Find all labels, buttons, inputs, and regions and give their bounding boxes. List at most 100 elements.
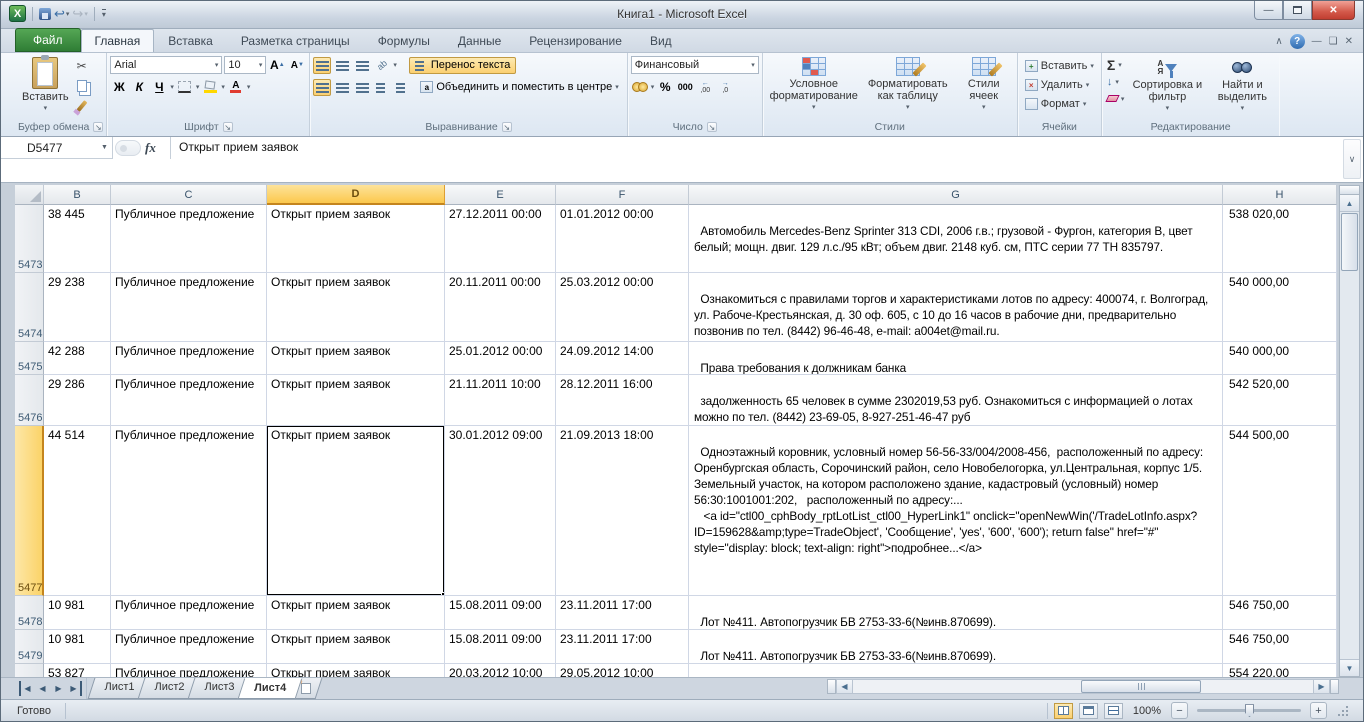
cell-c5480[interactable]: Публичное предложение (111, 664, 267, 677)
cell-d5473[interactable]: Открыт прием заявок (267, 205, 445, 273)
cell-b5479[interactable]: 10 981 (44, 630, 111, 664)
name-box-dropdown-arrow[interactable]: ▼ (97, 144, 112, 151)
vertical-split-handle[interactable] (1340, 186, 1359, 195)
cell-h5476[interactable]: 542 520,00 (1223, 375, 1337, 426)
cut-button[interactable]: ✂ (73, 58, 91, 75)
row-header-5477[interactable]: 5477 (15, 426, 44, 596)
horizontal-scroll-thumb[interactable] (1081, 680, 1201, 693)
name-box[interactable]: D5477 ▼ (1, 137, 113, 182)
close-button[interactable]: ✕ (1312, 1, 1355, 20)
cell-c5477[interactable]: Публичное предложение (111, 426, 267, 596)
orientation-button[interactable]: ab (373, 57, 391, 74)
workbook-minimize-icon[interactable]: — (1312, 36, 1322, 47)
column-header-f[interactable]: F (556, 185, 689, 205)
column-header-e[interactable]: E (445, 185, 556, 205)
tab-home[interactable]: Главная (81, 29, 155, 52)
column-header-c[interactable]: C (111, 185, 267, 205)
tab-view[interactable]: Вид (636, 29, 686, 52)
orientation-dropdown-arrow[interactable]: ▾ (393, 61, 397, 69)
font-size-combo[interactable]: 10▾ (224, 56, 266, 74)
cell-d5479[interactable]: Открыт прием заявок (267, 630, 445, 664)
font-color-dropdown-arrow[interactable]: ▾ (247, 83, 251, 91)
cell-b5473[interactable]: 38 445 (44, 205, 111, 273)
tab-file[interactable]: Файл (15, 28, 81, 52)
cell-d5477-selected[interactable]: Открыт прием заявок (267, 426, 445, 596)
cell-d5478[interactable]: Открыт прием заявок (267, 596, 445, 630)
align-center-button[interactable] (333, 79, 351, 96)
vertical-scrollbar[interactable]: ▲ ▼ (1339, 185, 1360, 677)
borders-dropdown-arrow[interactable]: ▾ (196, 83, 200, 91)
cell-g5478[interactable]: Лот №411. Автопогрузчик БВ 2753-33-6(№ин… (689, 596, 1223, 630)
row-header-5474[interactable]: 5474 (15, 273, 44, 342)
cell-f5479[interactable]: 23.11.2011 17:00 (556, 630, 689, 664)
cell-h5479[interactable]: 546 750,00 (1223, 630, 1337, 664)
merge-center-button[interactable]: a Объединить и поместить в центре ▾ (415, 79, 623, 96)
cell-e5474[interactable]: 20.11.2011 00:00 (445, 273, 556, 342)
align-left-button[interactable] (313, 79, 331, 96)
page-break-view-button[interactable] (1104, 703, 1123, 719)
font-dialog-launcher[interactable]: ↘ (223, 122, 233, 132)
format-as-table-button[interactable]: Форматировать как таблицу ▾ (862, 55, 954, 116)
underline-dropdown-arrow[interactable]: ▾ (170, 83, 174, 91)
tab-data[interactable]: Данные (444, 29, 515, 52)
cell-c5479[interactable]: Публичное предложение (111, 630, 267, 664)
cell-e5476[interactable]: 21.11.2011 10:00 (445, 375, 556, 426)
cell-h5475[interactable]: 540 000,00 (1223, 342, 1337, 375)
cell-e5473[interactable]: 27.12.2011 00:00 (445, 205, 556, 273)
cell-g5477[interactable]: Одноэтажный коровник, условный номер 56-… (689, 426, 1223, 596)
sort-filter-button[interactable]: АЯ Сортировка и фильтр ▾ (1128, 55, 1206, 117)
tab-review[interactable]: Рецензирование (515, 29, 636, 52)
cell-f5474[interactable]: 25.03.2012 00:00 (556, 273, 689, 342)
find-select-button[interactable]: Найти и выделить ▾ (1208, 55, 1276, 117)
cell-d5476[interactable]: Открыт прием заявок (267, 375, 445, 426)
cell-reference[interactable]: D5477 (1, 141, 97, 155)
align-right-button[interactable] (353, 79, 371, 96)
row-header-5473[interactable]: 5473 (15, 205, 44, 273)
cell-f5473[interactable]: 01.01.2012 00:00 (556, 205, 689, 273)
cell-g5479[interactable]: Лот №411. Автопогрузчик БВ 2753-33-6(№ин… (689, 630, 1223, 664)
cell-f5477[interactable]: 21.09.2013 18:00 (556, 426, 689, 596)
horizontal-split-handle[interactable] (827, 679, 836, 694)
cell-b5476[interactable]: 29 286 (44, 375, 111, 426)
scroll-down-button[interactable]: ▼ (1340, 659, 1359, 676)
scroll-right-button[interactable]: ▶ (1313, 679, 1330, 694)
cell-f5480[interactable]: 29.05.2012 10:00 (556, 664, 689, 677)
accounting-format-button[interactable] (631, 79, 649, 96)
grow-font-button[interactable]: A▲ (268, 57, 286, 74)
cell-e5478[interactable]: 15.08.2011 09:00 (445, 596, 556, 630)
cell-f5476[interactable]: 28.12.2011 16:00 (556, 375, 689, 426)
zoom-slider-track[interactable] (1197, 709, 1301, 712)
align-bottom-button[interactable] (353, 57, 371, 74)
help-icon[interactable]: ? (1290, 34, 1305, 49)
format-cells-button[interactable]: Формат▾ (1023, 95, 1089, 114)
cell-d5474[interactable]: Открыт прием заявок (267, 273, 445, 342)
zoom-in-button[interactable]: + (1310, 702, 1327, 719)
fill-color-dropdown-arrow[interactable]: ▾ (221, 83, 225, 91)
next-sheet-button[interactable]: ▶ (51, 681, 66, 696)
workbook-close-icon[interactable]: ✕ (1345, 36, 1353, 47)
cell-g5475[interactable]: Права требования к должникам банка (689, 342, 1223, 375)
horizontal-scroll-track[interactable] (853, 679, 1313, 694)
cell-g5474[interactable]: Ознакомиться с правилами торгов и характ… (689, 273, 1223, 342)
page-layout-view-button[interactable] (1079, 703, 1098, 719)
shrink-font-button[interactable]: A▼ (288, 57, 306, 74)
format-painter-button[interactable] (73, 98, 91, 115)
scroll-up-button[interactable]: ▲ (1340, 195, 1359, 212)
cell-h5473[interactable]: 538 020,00 (1223, 205, 1337, 273)
column-header-h[interactable]: H (1223, 185, 1337, 205)
tab-insert[interactable]: Вставка (154, 29, 227, 52)
conditional-formatting-button[interactable]: Условное форматирование ▾ (770, 55, 858, 116)
alignment-dialog-launcher[interactable]: ↘ (502, 122, 512, 132)
decrease-decimal-button[interactable]: →,0 (716, 79, 734, 96)
row-header-5479[interactable]: 5479 (15, 630, 44, 664)
number-dialog-launcher[interactable]: ↘ (707, 122, 717, 132)
number-format-combo[interactable]: Финансовый▾ (631, 56, 759, 74)
delete-cells-button[interactable]: ×Удалить▾ (1023, 76, 1092, 95)
cell-e5480[interactable]: 20.03.2012 10:00 (445, 664, 556, 677)
fill-button[interactable]: ↓▾ (1105, 74, 1127, 90)
underline-button[interactable]: Ч (150, 79, 168, 96)
cell-g5473[interactable]: Автомобиль Mercedes-Benz Sprinter 313 CD… (689, 205, 1223, 273)
cell-e5477[interactable]: 30.01.2012 09:00 (445, 426, 556, 596)
cell-h5474[interactable]: 540 000,00 (1223, 273, 1337, 342)
cell-d5480[interactable]: Открыт прием заявок (267, 664, 445, 677)
